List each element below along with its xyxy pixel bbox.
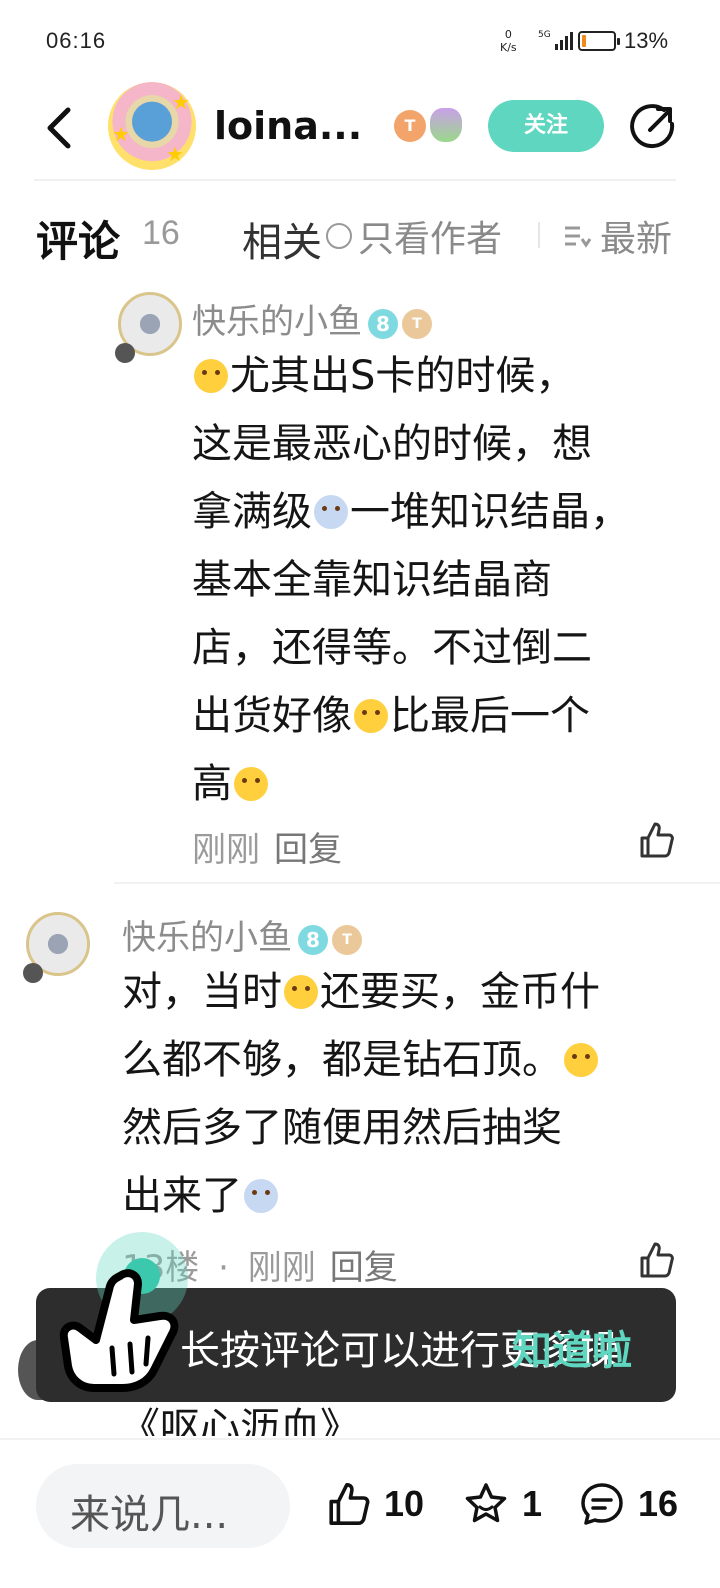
network-speed-value: 0 xyxy=(504,28,512,41)
radio-circle-icon xyxy=(326,223,352,249)
tab-separator xyxy=(538,222,540,248)
happy-emoji-icon xyxy=(234,767,268,801)
signal-icon: 5G xyxy=(538,30,573,50)
comment-tabs: 评论 16 相关 只看作者 最新 xyxy=(0,200,720,270)
commenter-name[interactable]: 快乐的小鱼 xyxy=(122,918,292,958)
comment-line: 么都不够，都是钻石顶。 xyxy=(122,1037,562,1083)
partial-comment-text: 《呕心沥血》 xyxy=(120,1405,360,1436)
comment-line: 尤其出S卡的时候， xyxy=(230,353,576,399)
comment-line: 高 xyxy=(192,761,232,807)
money-emoji-icon xyxy=(284,975,318,1009)
status-time: 06:16 xyxy=(46,28,107,53)
post-header: ★ ★ ★ loina... T 关注 xyxy=(0,82,720,178)
follow-button[interactable]: 关注 xyxy=(488,100,604,152)
battery-percent: 13% xyxy=(624,28,669,53)
commenter-avatar[interactable] xyxy=(115,292,182,363)
signal-label: 5G xyxy=(538,30,551,40)
comment-line: 还要买，金币什 xyxy=(320,969,600,1015)
sweat-emoji-icon xyxy=(564,1043,598,1077)
comment-input[interactable]: 来说几... xyxy=(36,1464,290,1548)
comment-line: 比最后一个 xyxy=(390,693,590,739)
comment-input-placeholder: 来说几... xyxy=(70,1492,229,1538)
comment-text: 尤其出S卡的时候， 这是最恶心的时候，想 拿满级 一堆知识结晶， 基本全靠知识结晶… xyxy=(192,342,692,818)
commenter-name[interactable]: 快乐的小鱼 xyxy=(192,302,362,342)
comment-line: 这是最恶心的时候，想 xyxy=(192,421,592,467)
favorite-button[interactable]: 1 xyxy=(462,1480,542,1528)
scared-emoji-icon xyxy=(314,495,348,529)
money-emoji-icon xyxy=(354,699,388,733)
commenter-name-row: 快乐的小鱼 8 T xyxy=(192,294,432,343)
header-divider xyxy=(34,179,676,181)
level-badge-icon: 8 xyxy=(298,924,328,955)
meta-separator: · xyxy=(218,1248,229,1288)
comments-count: 16 xyxy=(142,214,180,252)
comment-line: 出货好像 xyxy=(192,693,352,739)
like-count: 10 xyxy=(384,1483,425,1524)
comment-line: 然后多了随便用然后抽奖 xyxy=(122,1105,562,1151)
tab-comments[interactable]: 评论 xyxy=(36,208,120,269)
network-speed-unit: K/s xyxy=(500,41,517,54)
reply-button[interactable]: 回复 xyxy=(330,1248,398,1288)
smile-emoji-icon xyxy=(194,359,228,393)
star-icon xyxy=(465,1483,507,1523)
thumbs-up-icon[interactable] xyxy=(636,820,676,860)
comment-line: 对，当时 xyxy=(122,969,282,1015)
comment-count: 16 xyxy=(638,1483,679,1524)
author-only-label: 只看作者 xyxy=(358,219,503,260)
author-only-filter[interactable]: 只看作者 xyxy=(326,210,502,262)
pet-badge-icon xyxy=(430,108,462,142)
title-badge-icon: T xyxy=(394,110,426,142)
comments-button[interactable]: 16 xyxy=(578,1480,678,1528)
battery-level xyxy=(582,35,586,47)
comment-line: 出来了 xyxy=(122,1173,242,1219)
sort-toggle[interactable]: 最新 xyxy=(562,210,672,262)
back-arrow-icon[interactable] xyxy=(38,102,82,154)
network-speed: 0 K/s xyxy=(500,28,517,54)
battery-icon xyxy=(578,31,620,51)
title-badge-icon: T xyxy=(332,924,362,955)
level-badge-icon: 8 xyxy=(368,308,398,339)
comment-line: 基本全靠知识结晶商 xyxy=(192,557,552,603)
share-icon[interactable] xyxy=(628,102,678,152)
comment-meta: 刚刚 回复 xyxy=(192,822,342,871)
comment-time: 刚刚 xyxy=(192,830,260,870)
favorite-count: 1 xyxy=(522,1483,543,1524)
comment-line: 店，还得等。不过倒二 xyxy=(192,625,592,671)
thumbs-up-icon xyxy=(329,1483,370,1525)
sort-icon xyxy=(565,226,592,248)
title-badge-icon: T xyxy=(402,308,432,339)
author-username[interactable]: loina... xyxy=(214,104,362,148)
reply-button[interactable]: 回复 xyxy=(274,830,342,870)
scared-emoji-icon xyxy=(244,1179,278,1213)
comment-line: 拿满级 xyxy=(192,489,312,535)
commenter-avatar[interactable] xyxy=(23,912,90,983)
status-bar: 06:16 0 K/s 5G 13% xyxy=(0,0,720,80)
thumbs-up-icon[interactable] xyxy=(636,1240,676,1280)
sort-label: 最新 xyxy=(600,219,673,260)
comment-line: 一堆知识结晶， xyxy=(350,489,630,535)
comment-time: 刚刚 xyxy=(247,1248,316,1288)
bottom-action-bar: 来说几... 10 1 16 xyxy=(0,1438,720,1588)
commenter-name-row: 快乐的小鱼 8 T xyxy=(122,910,362,959)
pointing-hand-icon xyxy=(59,1269,179,1392)
comment-divider xyxy=(114,882,720,884)
chat-bubble-icon xyxy=(581,1483,623,1525)
comment-text: 对，当时 还要买，金币什 么都不够，都是钻石顶。 然后多了随便用然后抽奖 出来了 xyxy=(122,958,692,1230)
toast-dismiss-button[interactable]: 知道啦 xyxy=(512,1318,632,1376)
tab-related[interactable]: 相关 xyxy=(242,210,322,268)
author-avatar[interactable]: ★ ★ ★ xyxy=(108,82,196,170)
like-button[interactable]: 10 xyxy=(324,1480,424,1528)
